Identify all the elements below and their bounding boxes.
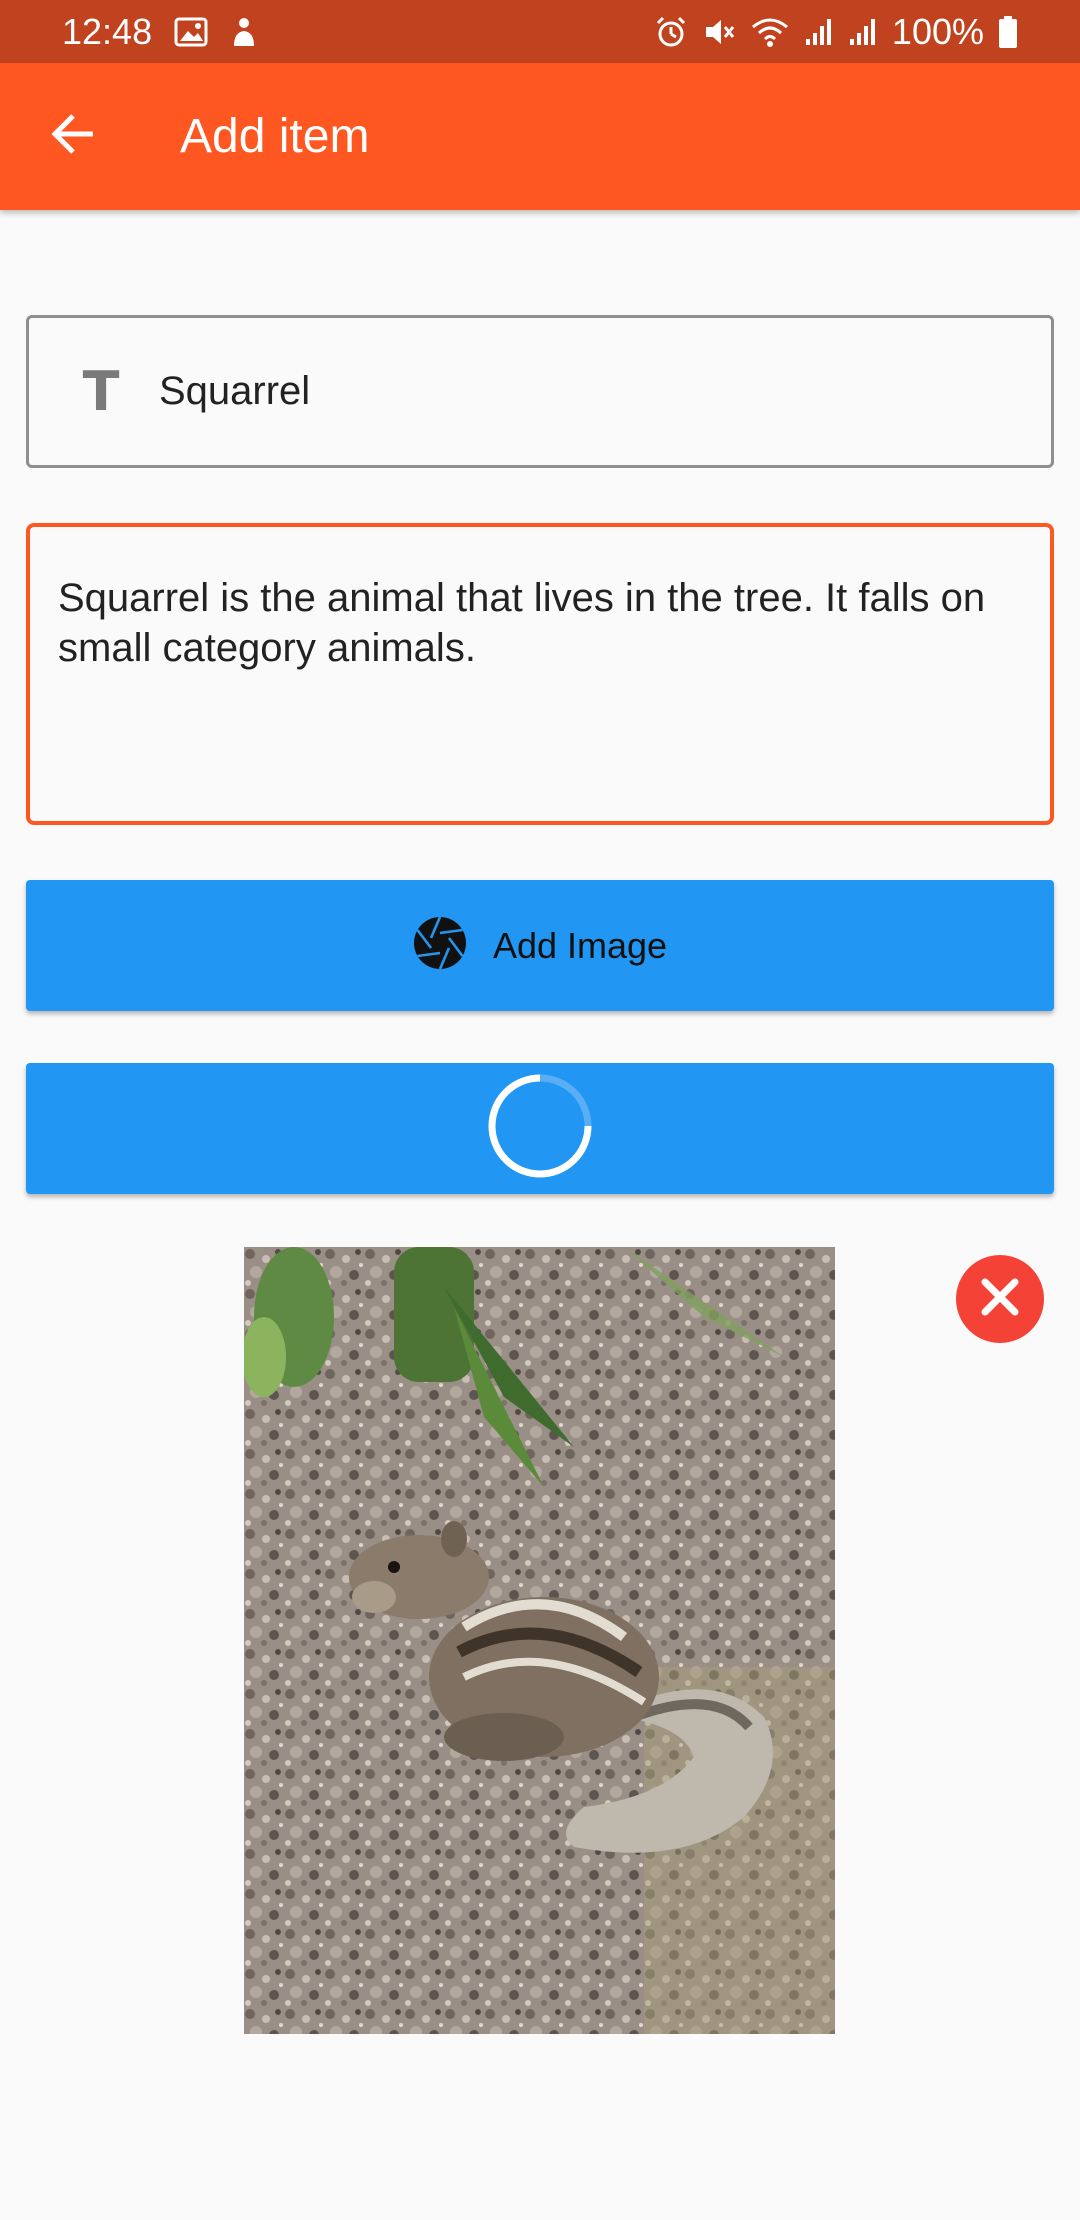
add-image-button[interactable]: Add Image: [26, 880, 1054, 1011]
description-input-value: Squarrel is the animal that lives in the…: [58, 576, 986, 670]
alarm-icon: [654, 15, 688, 49]
remove-image-button[interactable]: [956, 1255, 1044, 1343]
spinner-icon: [485, 1071, 595, 1186]
person-icon: [230, 16, 258, 48]
text-icon: T: [82, 360, 120, 423]
page-title: Add item: [180, 110, 370, 163]
signal-icon: [804, 17, 834, 47]
add-image-label: Add Image: [492, 924, 668, 966]
status-bar: 12:48 100%: [0, 0, 1080, 63]
status-time: 12:48: [62, 10, 153, 52]
app-bar: Add item: [0, 63, 1080, 210]
back-button[interactable]: [18, 82, 128, 192]
camera-shutter-icon: [413, 916, 467, 975]
close-icon: [977, 1274, 1023, 1325]
gallery-icon: [174, 17, 208, 47]
battery-icon: [998, 15, 1018, 49]
signal-icon: [848, 17, 878, 47]
title-input-value: Squarrel: [159, 369, 311, 413]
mute-icon: [702, 15, 736, 49]
title-input[interactable]: T Squarrel: [26, 315, 1054, 468]
item-image: [244, 1247, 835, 2034]
description-input[interactable]: Squarrel is the animal that lives in the…: [26, 523, 1054, 825]
wifi-icon: [750, 15, 790, 49]
submit-button-loading[interactable]: [26, 1063, 1054, 1194]
arrow-back-icon: [49, 110, 97, 163]
battery-percent: 100%: [891, 10, 984, 52]
